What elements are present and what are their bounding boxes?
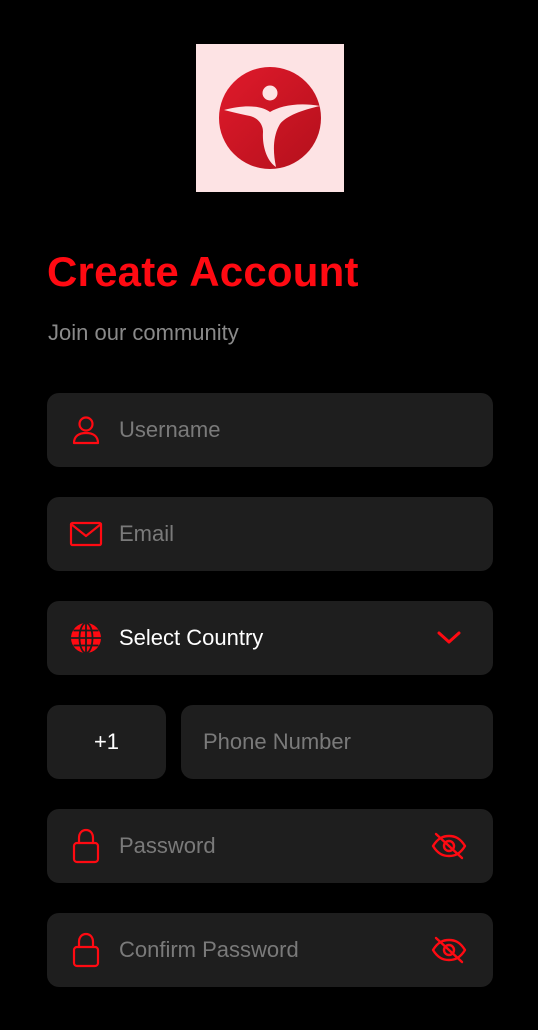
user-icon	[69, 413, 103, 447]
page-subtitle: Join our community	[48, 320, 239, 345]
country-select[interactable]: Select Country	[47, 601, 493, 675]
email-input[interactable]	[119, 514, 493, 554]
confirm-password-field[interactable]	[47, 913, 493, 987]
password-input[interactable]	[119, 826, 429, 866]
username-input[interactable]	[119, 410, 493, 450]
confirm-password-input[interactable]	[119, 930, 429, 970]
email-field[interactable]	[47, 497, 493, 571]
phone-number-input[interactable]	[203, 722, 493, 762]
password-field[interactable]	[47, 809, 493, 883]
running-person-logo-icon	[219, 67, 321, 169]
lock-icon	[69, 932, 103, 968]
lock-icon	[69, 828, 103, 864]
globe-icon	[69, 621, 103, 655]
app-logo	[196, 44, 344, 192]
eye-off-icon[interactable]	[429, 826, 469, 866]
phone-field[interactable]	[181, 705, 493, 779]
country-code-button[interactable]: +1	[47, 705, 166, 779]
country-select-label: Select Country	[119, 625, 264, 650]
mail-icon	[69, 517, 103, 551]
eye-off-icon[interactable]	[429, 930, 469, 970]
page-title: Create Account	[47, 248, 359, 295]
chevron-down-icon[interactable]	[429, 618, 469, 658]
username-field[interactable]	[47, 393, 493, 467]
